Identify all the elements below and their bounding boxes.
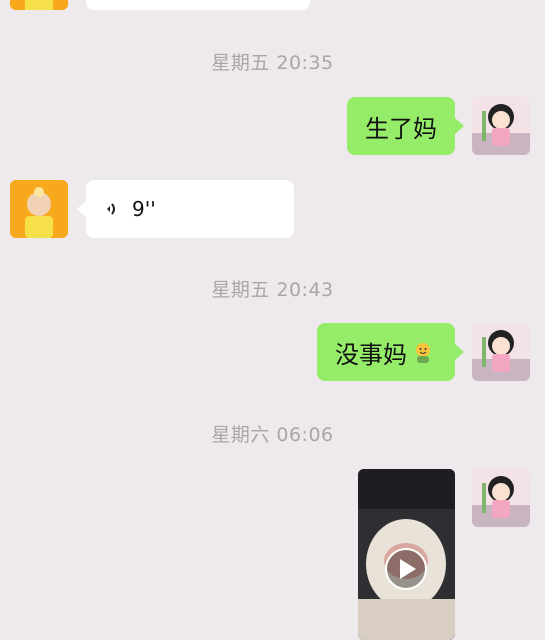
bubble-tail (455, 118, 464, 134)
timestamp: 星期五 20:35 (211, 52, 334, 74)
avatar-baby[interactable] (10, 180, 68, 238)
message-text: 生了妈 (365, 114, 437, 143)
voice-message-bubble[interactable]: 9'' (86, 180, 294, 238)
sent-message-bubble[interactable]: 生了妈 (347, 97, 455, 155)
chat-window: 星期五 20:35 生了妈 9'' 星期五 20:43 没事妈 星期六 06:0… (0, 0, 545, 640)
video-message[interactable] (358, 469, 455, 640)
sent-message-bubble[interactable]: 没事妈 (317, 323, 455, 381)
voice-wave-icon (107, 203, 115, 215)
timestamp: 星期六 06:06 (211, 424, 334, 446)
smile-emoji-icon (416, 343, 430, 363)
timestamp: 星期五 20:43 (211, 279, 334, 301)
avatar-baby-top[interactable] (10, 0, 68, 10)
avatar-self[interactable] (472, 97, 530, 155)
avatar-self[interactable] (472, 469, 530, 527)
bubble-tail (77, 201, 86, 217)
voice-duration: 9'' (132, 197, 156, 221)
avatar-self[interactable] (472, 323, 530, 381)
prev-message-bubble[interactable] (86, 0, 310, 10)
bubble-tail (455, 344, 464, 360)
message-text: 没事妈 (335, 340, 407, 369)
